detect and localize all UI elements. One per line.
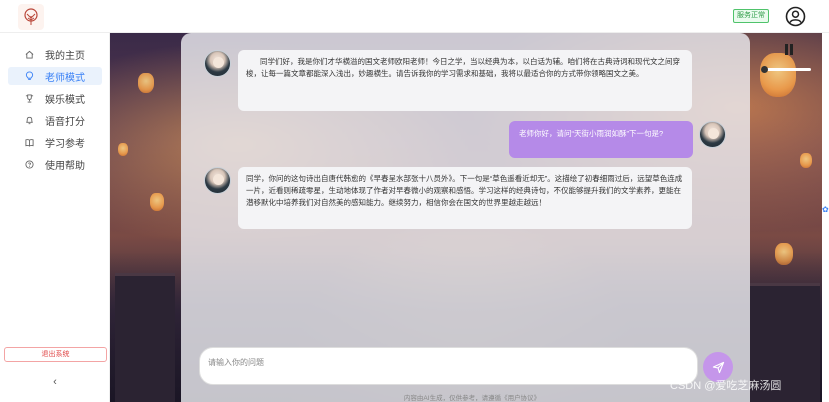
bulb-icon	[24, 71, 34, 81]
watermark: CSDN @爱吃芝麻汤圆	[670, 380, 782, 392]
collapse-sidebar-icon[interactable]: ‹	[49, 376, 61, 388]
building-decoration	[115, 273, 175, 402]
home-icon	[24, 49, 34, 59]
sidebar-item-teacher-mode[interactable]: 老师模式	[8, 67, 102, 85]
sidebar-item-study-reference[interactable]: 学习参考	[8, 133, 102, 151]
assistant-message-bubble: 同学们好，我是你们才华横溢的国文老师欧阳老师！今日之学，当以经典为本，以白话为辅…	[238, 50, 692, 111]
send-icon	[712, 361, 724, 373]
top-header: 服务正常	[0, 0, 829, 33]
sidebar-item-label: 我的主页	[45, 50, 85, 62]
help-icon	[24, 159, 34, 169]
volume-slider-handle[interactable]	[761, 66, 768, 73]
status-badge: 服务正常	[733, 9, 769, 23]
question-input[interactable]: 请输入你的问题	[199, 347, 698, 385]
logout-button[interactable]: 退出系统	[4, 347, 107, 362]
volume-slider[interactable]	[761, 68, 811, 71]
message-text: 同学们好，我是你们才华横溢的国文老师欧阳老师！今日之学，当以经典为本，以白话为辅…	[246, 57, 680, 78]
message-text: 同学，你问的这句诗出自唐代韩愈的《早春呈水部张十八员外》。下一句是“草色遥看近却…	[246, 174, 683, 207]
teacher-avatar	[204, 167, 231, 194]
user-message-bubble: 老师你好，请问“天街小雨润如酥”下一句是?	[509, 121, 693, 158]
sidebar-item-label: 学习参考	[45, 138, 85, 150]
footer-note: 内容由AI生成，仅供参考，请遵循《用户协议》	[403, 395, 541, 402]
sidebar-item-voice-score[interactable]: 语音打分	[8, 111, 102, 129]
lantern-decoration	[150, 193, 164, 211]
bell-icon	[24, 115, 34, 125]
trophy-icon	[24, 93, 34, 103]
lantern-decoration	[138, 73, 154, 93]
sidebar: 我的主页 老师模式 娱乐模式 语音打分 学习参考 使用帮助 退出系统 ‹	[0, 33, 110, 402]
lantern-decoration	[760, 53, 796, 97]
sidebar-item-label: 语音打分	[45, 116, 85, 128]
pause-icon[interactable]	[784, 44, 794, 55]
sidebar-item-label: 娱乐模式	[45, 94, 85, 106]
user-avatar-icon[interactable]	[785, 6, 806, 27]
lantern-decoration	[118, 143, 128, 156]
sidebar-item-help[interactable]: 使用帮助	[8, 155, 102, 173]
teacher-avatar	[204, 50, 231, 77]
logo	[18, 4, 44, 30]
right-edge	[822, 33, 829, 402]
lantern-decoration	[800, 153, 812, 168]
sidebar-item-home[interactable]: 我的主页	[8, 45, 102, 63]
tree-logo-icon	[24, 8, 38, 25]
user-avatar	[699, 121, 726, 148]
sidebar-item-label: 老师模式	[45, 72, 85, 84]
side-tool-icon[interactable]: ✿	[822, 205, 829, 217]
sidebar-item-label: 使用帮助	[45, 160, 85, 172]
message-text: 老师你好，请问“天街小雨润如酥”下一句是?	[519, 129, 664, 138]
book-icon	[24, 137, 34, 147]
sidebar-item-entertainment[interactable]: 娱乐模式	[8, 89, 102, 107]
assistant-message-bubble: 同学，你问的这句诗出自唐代韩愈的《早春呈水部张十八员外》。下一句是“草色遥看近却…	[238, 167, 692, 229]
